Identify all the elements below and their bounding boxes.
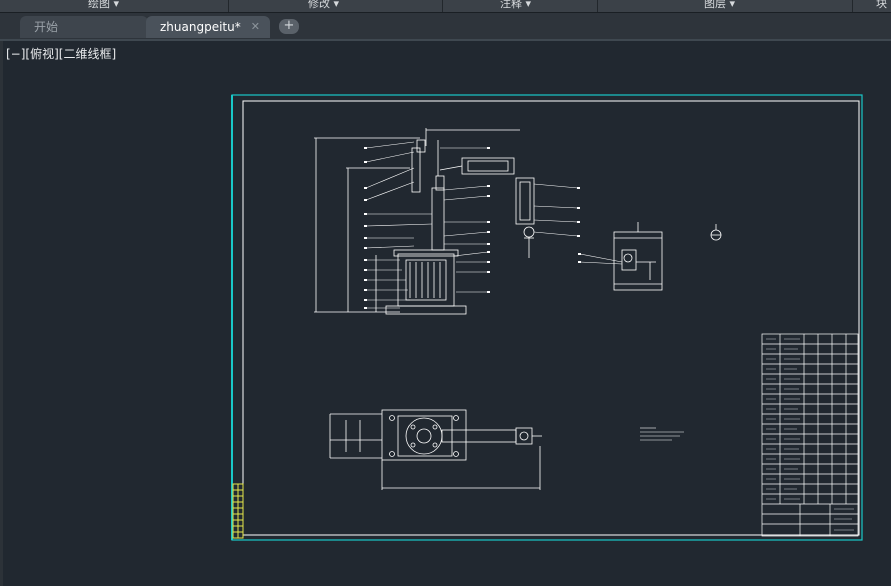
section-detail-view [613,222,663,291]
drawing-canvas[interactable] [0,0,891,586]
small-detail-symbol [710,224,722,241]
sheet-inner-border [242,100,860,536]
title-block-text-marks [766,338,854,531]
technical-notes [640,427,684,441]
sheet-outer-border [231,94,863,541]
leader-lines [365,141,623,309]
side-strip [232,483,244,539]
assembly-top-view [329,409,542,490]
assembly-front-view [314,128,535,315]
title-block [761,333,859,537]
